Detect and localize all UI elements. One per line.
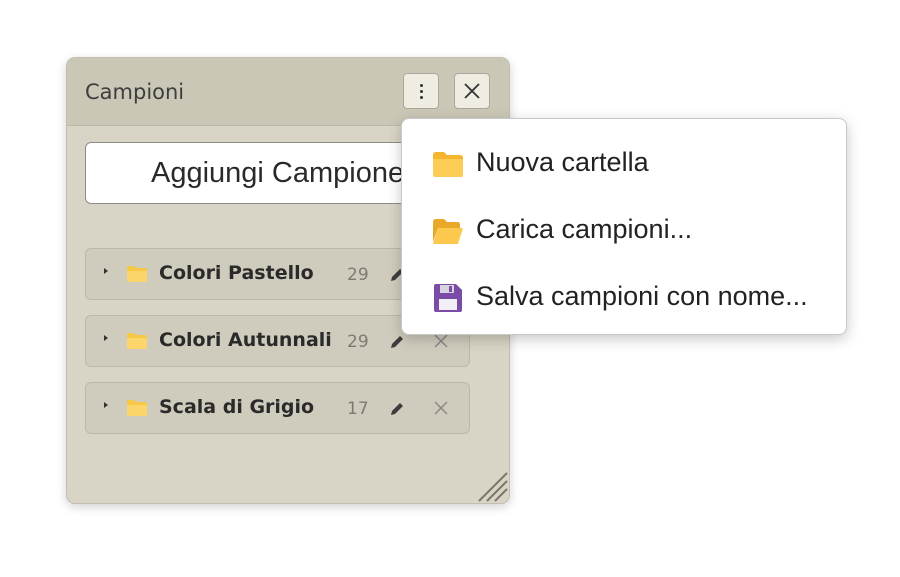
resize-grip-icon[interactable]: [473, 468, 509, 503]
menu-item-label: Nuova cartella: [476, 147, 649, 177]
delete-icon[interactable]: [432, 399, 450, 417]
swatch-count: 29: [347, 332, 369, 352]
more-vertical-icon: [419, 83, 423, 99]
menu-item-new-folder[interactable]: Nuova cartella: [402, 131, 846, 197]
menu-item-load-swatches[interactable]: Carica campioni...: [402, 198, 846, 264]
menu-item-label: Carica campioni...: [476, 214, 693, 244]
close-icon: [464, 83, 480, 99]
folder-open-icon: [433, 219, 463, 244]
expand-caret-icon[interactable]: [104, 335, 108, 341]
folder-name: Scala di Grigio: [159, 396, 315, 418]
more-options-button[interactable]: [403, 73, 439, 109]
panel-title: Campioni: [85, 80, 185, 104]
floppy-disk-icon: [434, 284, 462, 312]
menu-item-save-swatches-as[interactable]: Salva campioni con nome...: [402, 265, 846, 331]
folder-icon: [127, 333, 147, 349]
expand-caret-icon[interactable]: [104, 268, 108, 274]
pencil-icon[interactable]: [388, 400, 406, 418]
swatch-count: 17: [347, 399, 369, 419]
more-options-menu: Nuova cartella Carica campioni... Salva …: [401, 118, 847, 335]
folder-name: Colori Autunnali: [159, 329, 332, 351]
expand-caret-icon[interactable]: [104, 402, 108, 408]
folder-row[interactable]: Scala di Grigio 17: [85, 382, 470, 434]
pencil-icon[interactable]: [388, 333, 406, 351]
panel-header: Campioni: [67, 58, 509, 126]
folder-icon: [127, 400, 147, 416]
close-button[interactable]: [454, 73, 490, 109]
swatch-count: 29: [347, 265, 369, 285]
folder-name: Colori Pastello: [159, 262, 314, 284]
menu-item-label: Salva campioni con nome...: [476, 281, 808, 311]
folder-icon: [433, 152, 463, 177]
folder-icon: [127, 266, 147, 282]
